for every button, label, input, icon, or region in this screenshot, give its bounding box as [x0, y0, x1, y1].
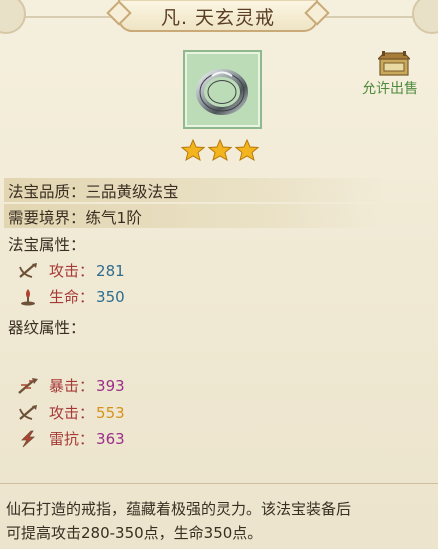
realm-label: 需要境界： — [8, 209, 86, 227]
star-icon — [235, 139, 259, 161]
quality-label: 法宝品质： — [8, 183, 86, 201]
crit-icon — [18, 377, 38, 394]
item-description: 仙石打造的戒指，蕴藏着极强的灵力。该法宝装备后 可提高攻击280-350点，生命… — [6, 497, 436, 545]
attr-value: 553 — [96, 403, 125, 422]
ring-icon — [196, 69, 248, 115]
attr-colon: ： — [79, 262, 95, 280]
attack-icon — [19, 404, 37, 420]
base-attr-heading: 法宝属性： — [8, 236, 86, 254]
allow-sale-label[interactable]: 允许出售 — [362, 78, 418, 98]
attr-row-crit: 暴击： 393 — [17, 375, 125, 396]
title-banner: 凡. 天玄灵戒 — [118, 0, 318, 32]
realm-value: 练气1阶 — [85, 209, 142, 227]
attr-value: 350 — [96, 287, 125, 306]
item-title: 凡. 天玄灵戒 — [160, 7, 276, 29]
description-line-1: 仙石打造的戒指，蕴藏着极强的灵力。该法宝装备后 — [6, 500, 352, 518]
star-icon — [208, 139, 232, 161]
attr-value: 281 — [96, 261, 125, 280]
attr-name: 暴击 — [49, 377, 80, 395]
star-rating — [181, 139, 259, 161]
attr-colon: ： — [79, 377, 95, 395]
attr-colon: ： — [79, 288, 95, 306]
pattern-attr-heading: 器纹属性： — [8, 319, 86, 337]
attr-name: 攻击 — [49, 404, 80, 422]
attr-row-health: 生命： 350 — [17, 286, 125, 307]
quality-value: 三品黄级法宝 — [85, 183, 179, 201]
attr-colon: ： — [79, 404, 95, 422]
attack-icon — [19, 262, 37, 278]
star-icon — [181, 139, 205, 161]
attr-name: 雷抗 — [49, 430, 80, 448]
attr-row-thunder-resist: 雷抗： 363 — [17, 428, 125, 449]
quality-row: 法宝品质：三品黄级法宝 — [8, 180, 179, 202]
corner-ornament-right — [412, 0, 438, 34]
item-icon-frame — [183, 50, 262, 129]
divider — [0, 483, 438, 484]
item-detail-panel: 凡. 天玄灵戒 允许出售 法宝品质：三品黄级法宝 需要境界：练气1阶 法宝属性：… — [0, 0, 438, 549]
attr-name: 生命 — [49, 288, 80, 306]
attr-row-attack-bonus: 攻击： 553 — [17, 402, 125, 423]
corner-ornament-left — [0, 0, 26, 34]
health-icon — [21, 288, 35, 305]
attr-value: 393 — [96, 376, 125, 395]
shop-icon — [378, 51, 410, 76]
attr-value: 363 — [96, 429, 125, 448]
realm-row: 需要境界：练气1阶 — [8, 206, 142, 228]
lightning-icon — [21, 430, 36, 447]
attr-colon: ： — [79, 430, 95, 448]
attr-name: 攻击 — [49, 262, 80, 280]
description-line-2: 可提高攻击280-350点，生命350点。 — [6, 524, 263, 542]
attr-row-attack: 攻击： 281 — [17, 260, 125, 281]
